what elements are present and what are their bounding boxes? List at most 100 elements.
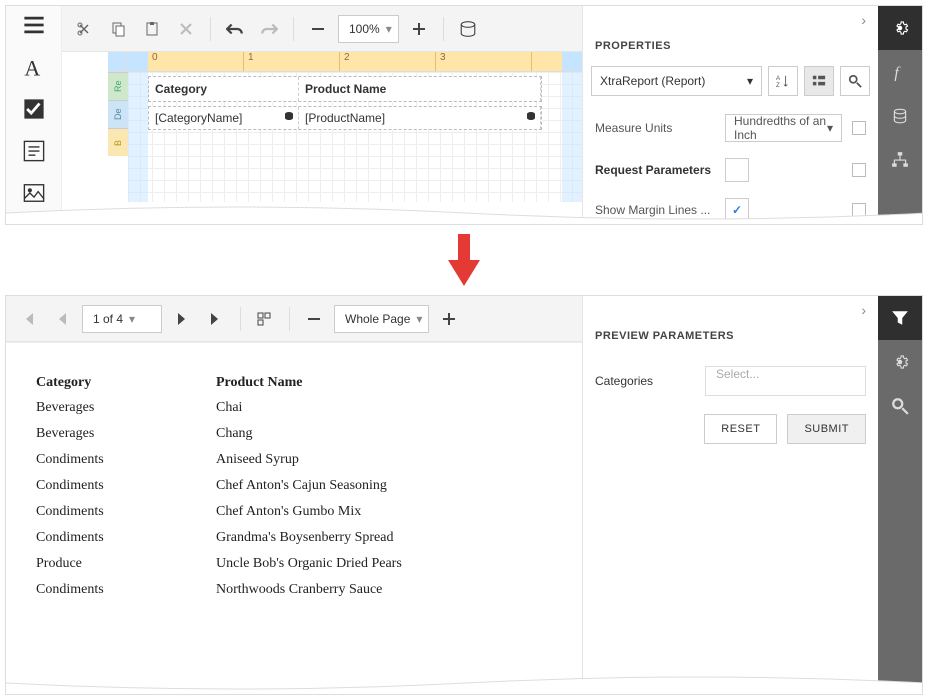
chevron-down-icon: ▾ [129, 312, 135, 326]
field-list-tab[interactable] [878, 94, 922, 138]
cell-product: Chef Anton's Gumbo Mix [216, 499, 552, 525]
svg-text:f: f [894, 65, 901, 81]
check-icon: ✓ [732, 203, 742, 217]
page-selector[interactable]: 1 of 4▾ [82, 305, 162, 333]
zoom-combo[interactable]: 100%▾ [338, 15, 399, 43]
checkbox-tool[interactable] [23, 98, 45, 120]
cell-category: Condiments [36, 447, 216, 473]
report-table: Category Product Name BeveragesChaiBever… [36, 371, 552, 603]
search-tab[interactable] [878, 384, 922, 428]
request-parameters-checkbox[interactable] [725, 158, 749, 182]
report-explorer-tab[interactable] [878, 138, 922, 182]
table-row: CondimentsAniseed Syrup [36, 447, 552, 473]
preview-toolbar: 1 of 4▾ Whole Page▾ [6, 296, 582, 342]
copy-button[interactable] [104, 15, 132, 43]
table-row: CondimentsGrandma's Boysenberry Spread [36, 525, 552, 551]
zoom-in-button[interactable] [405, 15, 433, 43]
detail-cell-category[interactable]: [CategoryName] [149, 107, 299, 129]
detail-band-row[interactable]: [CategoryName] [ProductName] [148, 106, 542, 130]
cut-button[interactable] [70, 15, 98, 43]
element-selector[interactable]: XtraReport (Report)▾ [591, 66, 762, 96]
cell-category: Condiments [36, 525, 216, 551]
parameters-tab[interactable] [878, 296, 922, 340]
column-header-category: Category [36, 371, 216, 395]
table-row: ProduceUncle Bob's Organic Dried Pears [36, 551, 552, 577]
binding-icon [284, 111, 294, 121]
cell-category: Beverages [36, 395, 216, 421]
cell-category: Produce [36, 551, 216, 577]
cell-product: Chang [216, 421, 552, 447]
properties-title: PROPERTIES [591, 30, 870, 62]
design-surface[interactable]: Category Product Name [CategoryName] [Pr… [128, 72, 582, 202]
picture-tool[interactable] [23, 182, 45, 204]
search-property-button[interactable] [840, 66, 870, 96]
multipage-button[interactable] [251, 305, 279, 333]
reset-button[interactable]: RESET [704, 414, 777, 444]
band-header[interactable]: Re [108, 72, 128, 100]
paste-button[interactable] [138, 15, 166, 43]
ruler-tick: 3 [436, 52, 532, 71]
zoom-out-button[interactable] [300, 305, 328, 333]
collapse-pane-button[interactable]: › [591, 10, 870, 30]
categories-select[interactable]: Select... [705, 366, 866, 396]
table-row: CondimentsChef Anton's Gumbo Mix [36, 499, 552, 525]
band-detail[interactable]: De [108, 100, 128, 128]
left-margin[interactable] [128, 72, 148, 202]
submit-button[interactable]: SUBMIT [787, 414, 866, 444]
last-page-button[interactable] [202, 305, 230, 333]
redo-button[interactable] [255, 15, 283, 43]
preview-params-pane: › PREVIEW PARAMETERS Categories Select..… [582, 296, 922, 694]
undo-button[interactable] [221, 15, 249, 43]
design-area: 100%▾ 0 1 2 3 Re De B [62, 6, 582, 224]
chevron-down-icon: ▾ [386, 22, 392, 36]
richtext-tool[interactable] [23, 140, 45, 162]
cell-product: Aniseed Syrup [216, 447, 552, 473]
chevron-down-icon: ▾ [827, 121, 833, 135]
header-cell-product[interactable]: Product Name [299, 77, 541, 101]
prev-page-button[interactable] [48, 305, 76, 333]
prop-marker [852, 121, 866, 135]
sort-az-button[interactable]: AZ [768, 66, 798, 96]
hamburger-icon[interactable] [23, 14, 45, 36]
datasource-button[interactable] [454, 15, 482, 43]
report-document[interactable]: Category Product Name BeveragesChaiBever… [6, 342, 582, 694]
zoom-in-button[interactable] [435, 305, 463, 333]
chevron-down-icon: ▾ [747, 74, 753, 88]
prop-request-parameters: Request Parameters [591, 150, 870, 190]
header-cell-category[interactable]: Category [149, 77, 299, 101]
measure-units-select[interactable]: Hundredths of an Inch▾ [725, 114, 842, 142]
header-band-row[interactable]: Category Product Name [148, 76, 542, 102]
label-tool[interactable]: A [23, 56, 45, 78]
svg-text:A: A [24, 56, 40, 78]
toolbox-rail: A [6, 6, 62, 224]
first-page-button[interactable] [14, 305, 42, 333]
zoom-combo[interactable]: Whole Page▾ [334, 305, 429, 333]
table-row: CondimentsChef Anton's Cajun Seasoning [36, 473, 552, 499]
prop-marker [852, 163, 866, 177]
prop-marker [852, 203, 866, 217]
expressions-tab[interactable]: f [878, 50, 922, 94]
properties-tab[interactable] [878, 6, 922, 50]
show-margin-lines-checkbox[interactable]: ✓ [725, 198, 749, 222]
cell-product: Uncle Bob's Organic Dried Pears [216, 551, 552, 577]
export-options-tab[interactable] [878, 340, 922, 384]
horizontal-ruler[interactable]: 0 1 2 3 [128, 52, 582, 72]
band-bottom[interactable]: B [108, 128, 128, 156]
next-page-button[interactable] [168, 305, 196, 333]
binding-icon [526, 111, 536, 121]
collapse-pane-button[interactable]: › [591, 300, 870, 320]
detail-cell-product[interactable]: [ProductName] [299, 107, 541, 129]
side-tab-strip: f [878, 6, 922, 224]
table-row: BeveragesChai [36, 395, 552, 421]
right-margin[interactable] [562, 72, 582, 202]
preview-params-title: PREVIEW PARAMETERS [591, 320, 870, 352]
cell-category: Condiments [36, 577, 216, 603]
cell-product: Chef Anton's Cajun Seasoning [216, 473, 552, 499]
categorize-button[interactable] [804, 66, 834, 96]
column-header-product: Product Name [216, 371, 552, 395]
flow-arrow [5, 230, 923, 290]
delete-button[interactable] [172, 15, 200, 43]
cell-product: Chai [216, 395, 552, 421]
zoom-out-button[interactable] [304, 15, 332, 43]
report-preview-panel: 1 of 4▾ Whole Page▾ Category Product Nam… [5, 295, 923, 695]
